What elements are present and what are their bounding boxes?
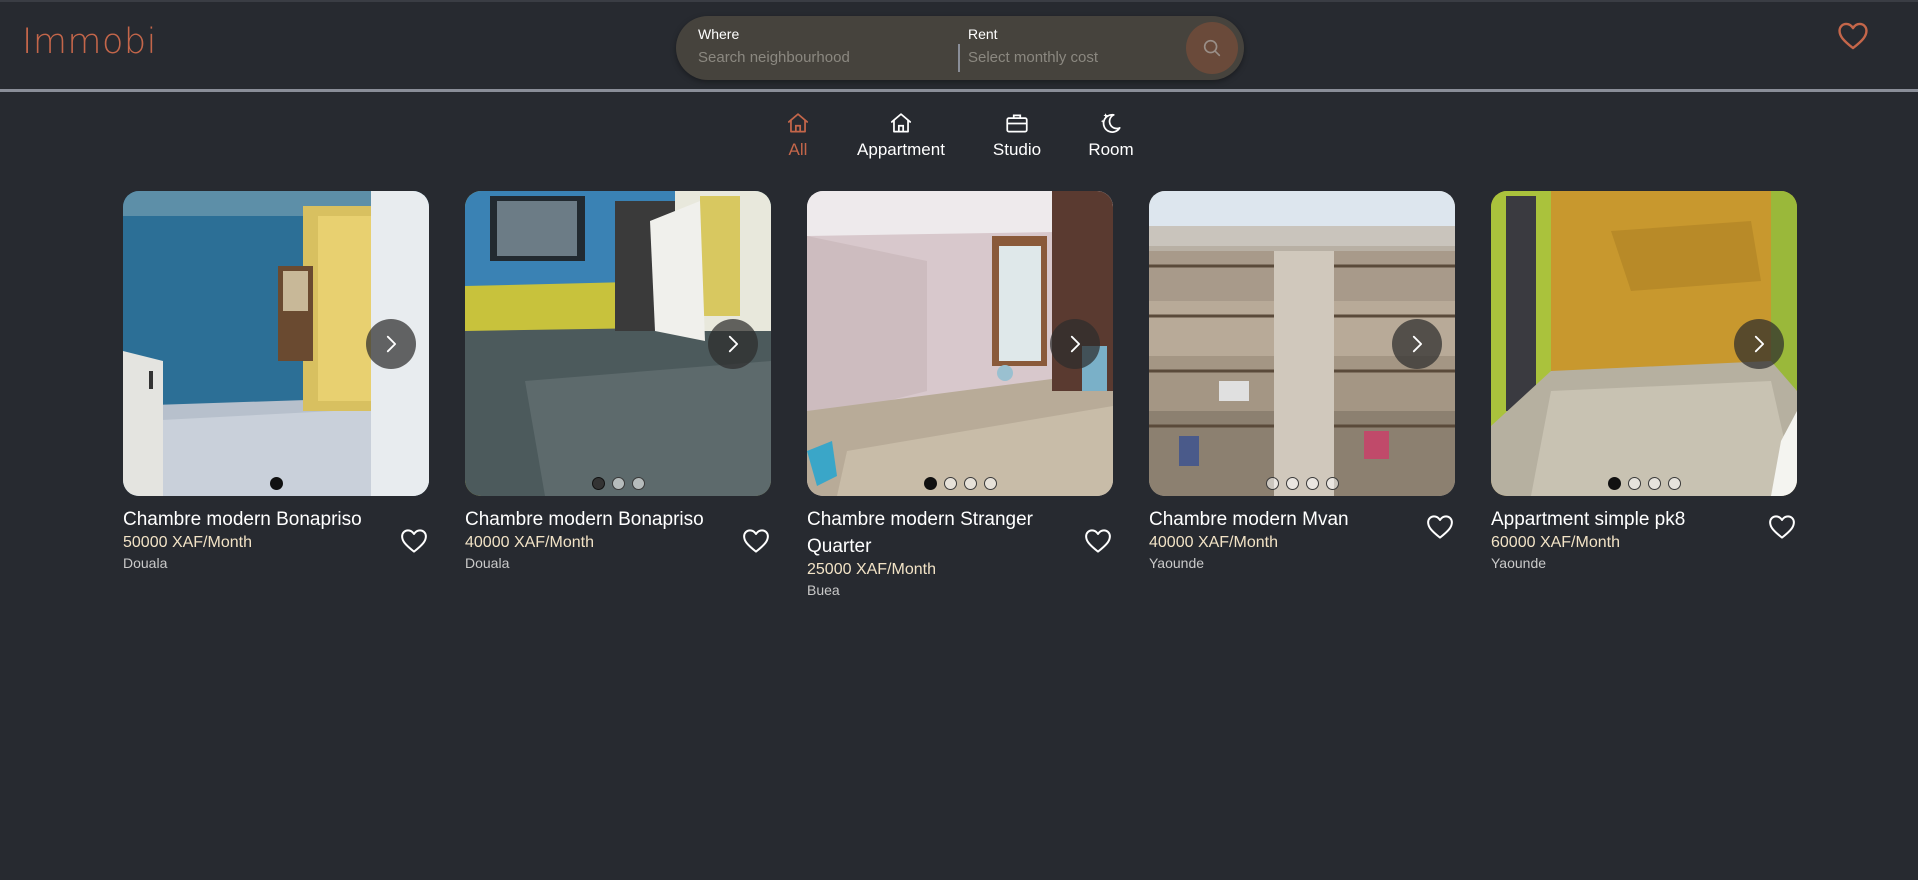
next-image-button[interactable] [366, 319, 416, 369]
image-dot[interactable] [1305, 477, 1319, 490]
search-icon [1203, 39, 1221, 57]
tab-label: Room [1088, 140, 1134, 159]
image-dot[interactable] [1325, 477, 1339, 490]
listing-info: Chambre modern Mvan 40000 XAF/Month Yaou… [1149, 506, 1455, 571]
listing-price: 40000 XAF/Month [465, 534, 594, 551]
where-label: Where [698, 26, 740, 42]
next-image-button[interactable] [1050, 319, 1100, 369]
image-indicator [465, 477, 771, 491]
heart-icon[interactable] [1083, 526, 1113, 556]
image-dot[interactable] [269, 477, 283, 490]
moon-stars-icon [1100, 113, 1121, 133]
where-field[interactable]: Where [698, 16, 948, 80]
listing-info: Chambre modern Stranger Quarter 25000 XA… [807, 506, 1113, 598]
listing-city: Douala [123, 555, 168, 571]
listing-price: 25000 XAF/Month [807, 561, 936, 578]
image-dot[interactable] [631, 477, 645, 490]
heart-icon[interactable] [1767, 512, 1797, 542]
listing-photo[interactable] [123, 191, 429, 496]
where-input[interactable] [698, 49, 928, 66]
briefcase-icon [1006, 114, 1028, 133]
chevron-right-icon [386, 335, 397, 353]
listing-city: Douala [465, 555, 510, 571]
listing-price: 40000 XAF/Month [1149, 534, 1278, 551]
image-indicator [1149, 477, 1455, 491]
home-icon [787, 113, 809, 133]
search-button[interactable] [1186, 22, 1238, 74]
tab-label: All [788, 140, 808, 159]
listing-city: Yaounde [1491, 555, 1547, 571]
app-logo[interactable]: Immobi [22, 22, 157, 62]
image-dot[interactable] [923, 477, 937, 490]
tab-all[interactable]: All [774, 110, 822, 166]
image-dot[interactable] [1667, 477, 1681, 490]
listing-info: Chambre modern Bonapriso 50000 XAF/Month… [123, 506, 429, 571]
image-dot[interactable] [963, 477, 977, 490]
listing-photo[interactable] [1149, 191, 1455, 496]
image-dot[interactable] [1265, 477, 1279, 490]
image-dot[interactable] [591, 477, 605, 490]
listing-photo[interactable] [465, 191, 771, 496]
image-indicator [807, 477, 1113, 491]
listing-price: 60000 XAF/Month [1491, 534, 1620, 551]
image-dot[interactable] [611, 477, 625, 490]
chevron-right-icon [728, 335, 739, 353]
category-tabs: All Appartment Studio Room [0, 110, 1918, 166]
listing-card[interactable]: Chambre modern Stranger Quarter 25000 XA… [807, 191, 1113, 598]
favorites-heart-icon[interactable] [1836, 19, 1870, 53]
image-dot[interactable] [983, 477, 997, 490]
listing-title: Chambre modern Stranger Quarter [807, 509, 1033, 557]
listing-card[interactable]: Chambre modern Mvan 40000 XAF/Month Yaou… [1149, 191, 1455, 571]
listing-title: Chambre modern Bonapriso [123, 509, 362, 530]
tab-studio[interactable]: Studio [984, 110, 1050, 166]
next-image-button[interactable] [708, 319, 758, 369]
image-dot[interactable] [1607, 477, 1621, 490]
chevron-right-icon [1754, 335, 1765, 353]
heart-icon[interactable] [399, 526, 429, 556]
next-image-button[interactable] [1734, 319, 1784, 369]
image-dot[interactable] [1627, 477, 1641, 490]
home-icon [890, 113, 912, 133]
image-dot[interactable] [1647, 477, 1661, 490]
listing-title: Appartment simple pk8 [1491, 509, 1686, 530]
tab-label: Appartment [857, 140, 945, 159]
heart-icon[interactable] [1425, 512, 1455, 542]
search-bar: Where Rent [676, 16, 1244, 80]
listing-photo[interactable] [807, 191, 1113, 496]
listing-title: Chambre modern Bonapriso [465, 509, 704, 530]
listing-city: Buea [807, 582, 840, 598]
listing-title: Chambre modern Mvan [1149, 509, 1349, 530]
rent-input[interactable] [968, 49, 1158, 66]
listing-info: Chambre modern Bonapriso 40000 XAF/Month… [465, 506, 771, 571]
image-dot[interactable] [1285, 477, 1299, 490]
image-dot[interactable] [943, 477, 957, 490]
image-indicator [1491, 477, 1797, 491]
listing-info: Appartment simple pk8 60000 XAF/Month Ya… [1491, 506, 1797, 571]
tab-room[interactable]: Room [1084, 110, 1138, 166]
rent-field[interactable]: Rent [958, 26, 1158, 72]
listing-price: 50000 XAF/Month [123, 534, 252, 551]
chevron-right-icon [1070, 335, 1081, 353]
rent-label: Rent [968, 26, 998, 42]
listing-card[interactable]: Appartment simple pk8 60000 XAF/Month Ya… [1491, 191, 1797, 571]
tab-appartment[interactable]: Appartment [850, 110, 952, 166]
listing-card[interactable]: Chambre modern Bonapriso 50000 XAF/Month… [123, 191, 429, 571]
listing-city: Yaounde [1149, 555, 1205, 571]
image-indicator [123, 477, 429, 491]
listing-card[interactable]: Chambre modern Bonapriso 40000 XAF/Month… [465, 191, 771, 571]
chevron-right-icon [1412, 335, 1423, 353]
top-bar: Immobi Where Rent [0, 2, 1918, 92]
heart-icon[interactable] [741, 526, 771, 556]
listing-photo[interactable] [1491, 191, 1797, 496]
tab-label: Studio [992, 140, 1042, 159]
next-image-button[interactable] [1392, 319, 1442, 369]
